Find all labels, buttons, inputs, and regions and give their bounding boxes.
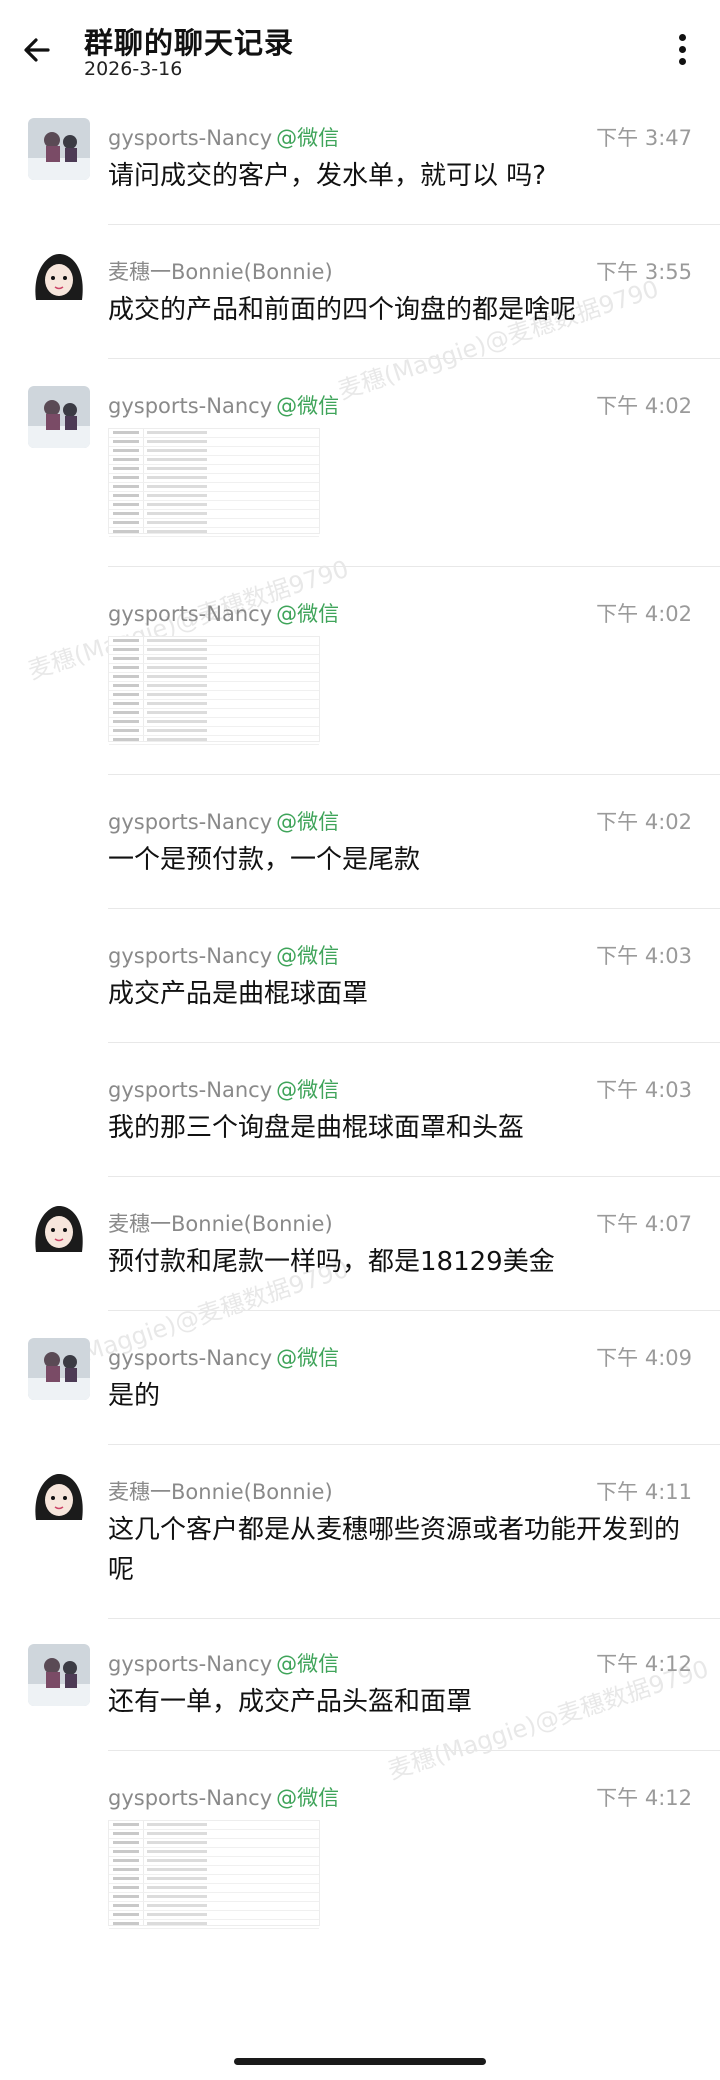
- divider: [108, 1444, 720, 1445]
- sender-name: 麦穗一Bonnie(Bonnie): [108, 1480, 333, 1504]
- divider: [108, 358, 720, 359]
- divider: [108, 774, 720, 775]
- avatar[interactable]: [28, 250, 90, 312]
- image-thumbnail[interactable]: [108, 1820, 320, 1929]
- image-thumbnail[interactable]: [108, 428, 320, 537]
- sender-name: gysports-Nancy @微信: [108, 1078, 340, 1102]
- wechat-tag: @微信: [276, 1346, 340, 1370]
- sender-name: 麦穗一Bonnie(Bonnie): [108, 1212, 333, 1236]
- sender-name: gysports-Nancy @微信: [108, 126, 340, 150]
- divider: [108, 1176, 720, 1177]
- divider: [108, 1618, 720, 1619]
- message-text: 一个是预付款，一个是尾款: [108, 845, 421, 875]
- sender-name: gysports-Nancy @微信: [108, 944, 340, 968]
- wechat-tag: @微信: [276, 810, 340, 834]
- divider: [108, 1310, 720, 1311]
- page-date: 2026-3-16: [84, 58, 183, 80]
- sender-name: 麦穗一Bonnie(Bonnie): [108, 260, 333, 284]
- message-time: 下午 4:09: [596, 1346, 692, 1370]
- avatar[interactable]: [28, 1470, 90, 1532]
- divider: [108, 224, 720, 225]
- divider: [108, 908, 720, 909]
- message-time: 下午 4:12: [596, 1652, 692, 1676]
- message-text: 请问成交的客户，发水单，就可以 吗?: [108, 161, 547, 191]
- message-time: 下午 4:12: [596, 1786, 692, 1810]
- wechat-tag: @微信: [276, 1786, 340, 1810]
- avatar[interactable]: [28, 386, 90, 448]
- sender-name: gysports-Nancy @微信: [108, 810, 340, 834]
- sender-name: gysports-Nancy @微信: [108, 1652, 340, 1676]
- back-arrow-icon[interactable]: [18, 28, 62, 72]
- message-text: 预付款和尾款一样吗，都是18129美金: [108, 1247, 555, 1277]
- avatar[interactable]: [28, 1338, 90, 1400]
- image-thumbnail[interactable]: [108, 636, 320, 745]
- wechat-tag: @微信: [276, 1652, 340, 1676]
- page-title: 群聊的聊天记录: [84, 26, 295, 60]
- divider: [108, 1042, 720, 1043]
- message-time: 下午 4:03: [596, 1078, 692, 1102]
- message-time: 下午 4:02: [596, 810, 692, 834]
- message-text: 还有一单，成交产品头盔和面罩: [108, 1687, 473, 1717]
- message-time: 下午 4:02: [596, 602, 692, 626]
- avatar[interactable]: [28, 118, 90, 180]
- message-text: 是的: [108, 1381, 161, 1411]
- wechat-tag: @微信: [276, 944, 340, 968]
- home-indicator[interactable]: [234, 2058, 486, 2065]
- message-text: 成交的产品和前面的四个询盘的都是啥呢: [108, 295, 577, 325]
- message-text: 我的那三个询盘是曲棍球面罩和头盔: [108, 1113, 525, 1143]
- sender-name: gysports-Nancy @微信: [108, 394, 340, 418]
- wechat-tag: @微信: [276, 1078, 340, 1102]
- sender-name: gysports-Nancy @微信: [108, 1346, 340, 1370]
- message-time: 下午 4:07: [596, 1212, 692, 1236]
- message-text: 这几个客户都是从麦穗哪些资源或者功能开发到的呢: [108, 1515, 681, 1585]
- divider: [108, 1750, 720, 1751]
- header: 群聊的聊天记录 2026-3-16: [0, 0, 720, 100]
- message-time: 下午 4:11: [596, 1480, 692, 1504]
- sender-name: gysports-Nancy @微信: [108, 1786, 340, 1810]
- avatar[interactable]: [28, 1644, 90, 1706]
- message-time: 下午 4:03: [596, 944, 692, 968]
- wechat-tag: @微信: [276, 394, 340, 418]
- message-time: 下午 3:55: [596, 260, 692, 284]
- message-time: 下午 4:02: [596, 394, 692, 418]
- wechat-tag: @微信: [276, 126, 340, 150]
- more-vertical-icon[interactable]: [672, 30, 692, 72]
- wechat-tag: @微信: [276, 602, 340, 626]
- divider: [108, 566, 720, 567]
- sender-name: gysports-Nancy @微信: [108, 602, 340, 626]
- avatar[interactable]: [28, 1202, 90, 1264]
- message-text: 成交产品是曲棍球面罩: [108, 979, 369, 1009]
- message-time: 下午 3:47: [596, 126, 692, 150]
